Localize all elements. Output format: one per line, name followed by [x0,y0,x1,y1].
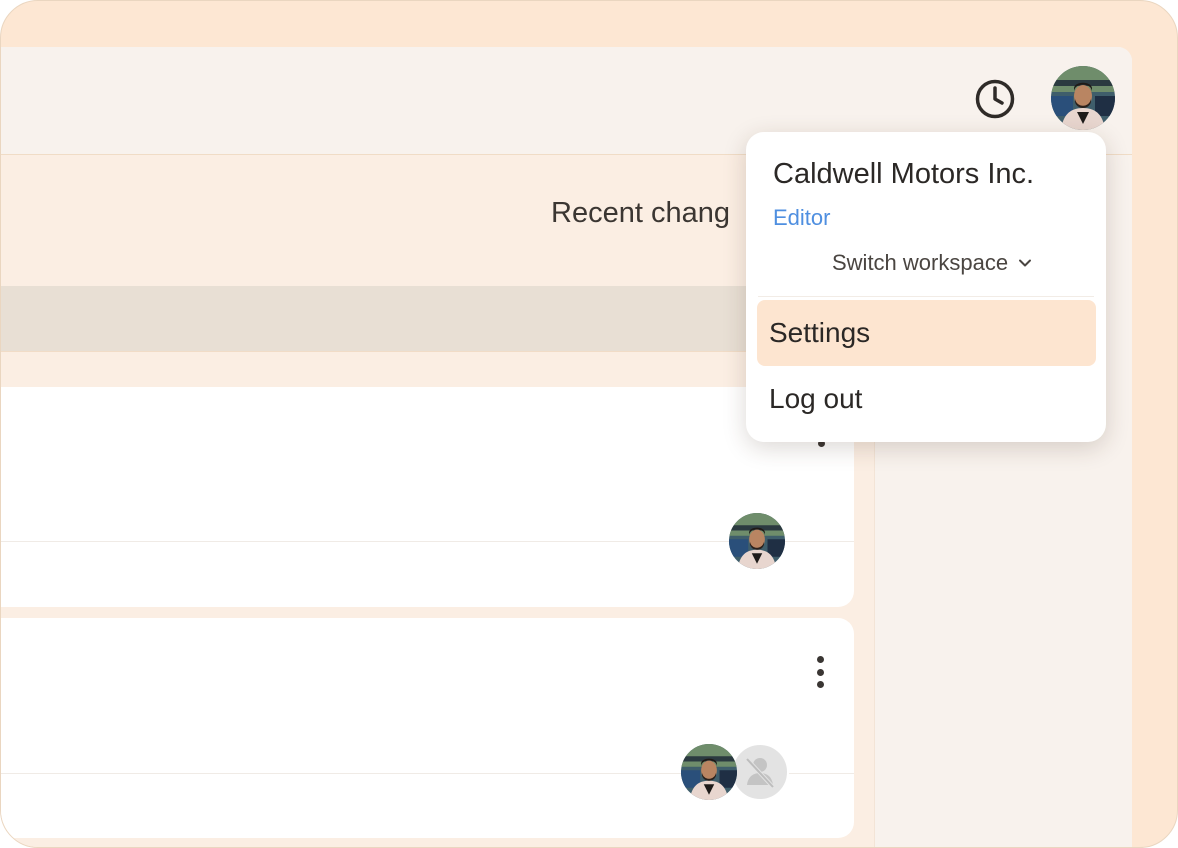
user-avatar[interactable] [1051,66,1115,130]
clock-icon [975,79,1015,119]
user-avatar [681,744,737,800]
workspace-role: Editor [773,205,831,230]
main-content: Recent chang [1,155,874,847]
document-card[interactable] [1,618,854,838]
switch-workspace-label: Switch workspace [832,250,1009,275]
section-title: Recent chang [551,197,730,229]
menu-item-logout[interactable]: Log out [757,366,1096,432]
recent-changes-header: Recent chang [1,155,874,285]
window-frame: Recent chang Caldwell Motors Inc. Editor… [0,0,1178,848]
table-header-band [1,286,874,352]
document-card[interactable] [1,387,854,607]
user-off-icon [745,757,775,789]
kebab-menu-icon[interactable] [810,656,830,688]
chevron-down-icon [1019,259,1032,267]
menu-item-label: Settings [769,317,871,348]
card-divider [1,541,854,542]
history-button[interactable] [973,77,1017,121]
workspace-name: Caldwell Motors Inc. [773,158,1035,190]
unknown-user-avatar [731,743,789,801]
user-avatar [729,513,785,569]
dropdown-divider [758,296,1094,297]
account-dropdown-menu: Caldwell Motors Inc. Editor Switch works… [746,132,1106,442]
menu-item-label: Log out [769,383,863,414]
switch-workspace-button[interactable]: Switch workspace [832,248,1032,278]
menu-item-settings[interactable]: Settings [757,300,1096,366]
